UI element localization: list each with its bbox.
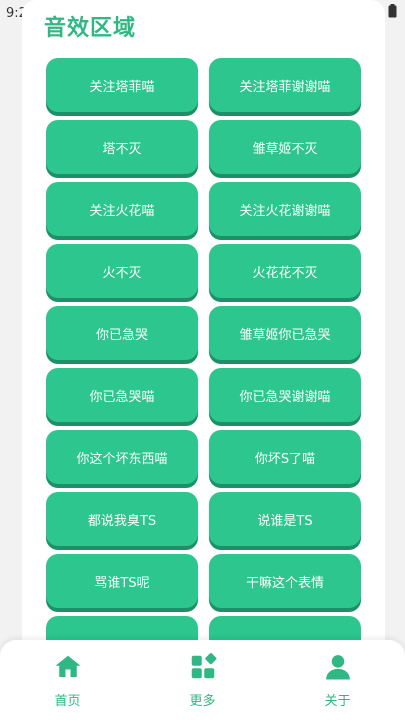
sound-button[interactable]: 火花花不灭: [209, 244, 361, 298]
sound-card: 音效区域 关注塔菲喵 关注塔菲谢谢喵 塔不灭 雏草姬不灭 关注火花喵 关注火花谢…: [22, 0, 385, 690]
sound-button[interactable]: 塔不灭: [46, 120, 198, 174]
sound-button[interactable]: 都说我臭TS: [46, 492, 198, 546]
nav-about-label: 关于: [324, 694, 351, 709]
sound-button[interactable]: 关注塔菲喵: [46, 58, 198, 112]
sound-button[interactable]: 你已急哭喵: [46, 368, 198, 422]
sound-button[interactable]: 你已急哭: [46, 306, 198, 360]
sound-button[interactable]: 关注塔菲谢谢喵: [209, 58, 361, 112]
battery-icon: [388, 4, 397, 22]
sound-button[interactable]: 干嘛这个表情: [209, 554, 361, 608]
sound-button[interactable]: 骂谁TS呢: [46, 554, 198, 608]
home-icon: [53, 652, 83, 682]
sound-button[interactable]: 关注火花喵: [46, 182, 198, 236]
sound-button[interactable]: 关注火花谢谢喵: [209, 182, 361, 236]
sound-grid: 关注塔菲喵 关注塔菲谢谢喵 塔不灭 雏草姬不灭 关注火花喵 关注火花谢谢喵 火不…: [46, 58, 361, 670]
person-icon: [323, 652, 353, 682]
nav-about[interactable]: 关于: [293, 652, 383, 709]
section-title: 音效区域: [44, 16, 137, 41]
bottom-nav: 首页 更多 关于: [0, 640, 405, 720]
sound-button[interactable]: 雏草姬不灭: [209, 120, 361, 174]
apps-icon: [188, 652, 218, 682]
nav-more[interactable]: 更多: [158, 652, 248, 709]
sound-button[interactable]: 火不灭: [46, 244, 198, 298]
sound-button[interactable]: 你已急哭谢谢喵: [209, 368, 361, 422]
nav-more-label: 更多: [189, 694, 216, 709]
nav-home-label: 首页: [54, 694, 81, 709]
sound-button[interactable]: 说谁是TS: [209, 492, 361, 546]
nav-home[interactable]: 首页: [23, 652, 113, 709]
sound-button[interactable]: 你这个坏东西喵: [46, 430, 198, 484]
sound-button[interactable]: 你坏S了喵: [209, 430, 361, 484]
sound-button[interactable]: 雏草姬你已急哭: [209, 306, 361, 360]
